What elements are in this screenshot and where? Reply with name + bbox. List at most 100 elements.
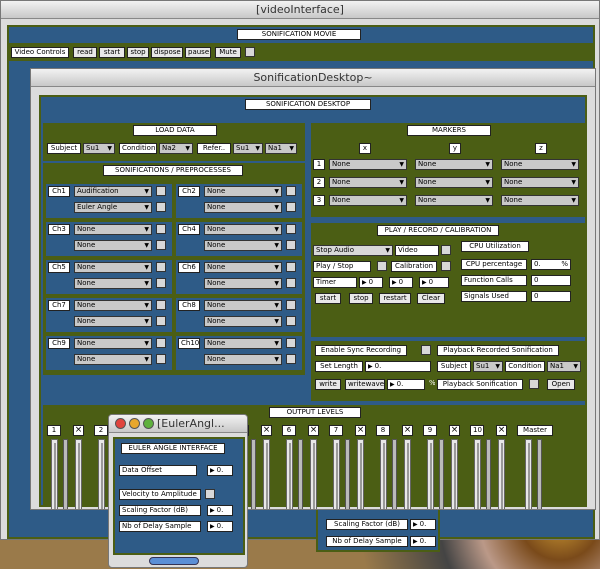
channel-bottom-toggle[interactable] — [156, 354, 166, 364]
back-scaling-value[interactable]: ▶ 0. — [410, 519, 436, 530]
pause-button[interactable]: pause — [185, 47, 211, 58]
scaling-value[interactable]: ▶ 0. — [207, 505, 233, 516]
channel-preprocess-dropdown[interactable]: None — [204, 202, 282, 213]
channel-sonification-dropdown[interactable]: None — [204, 338, 282, 349]
channel-top-toggle[interactable] — [156, 338, 166, 348]
timer-stop-button[interactable]: stop — [349, 293, 373, 304]
output-mute-toggle[interactable]: × — [308, 425, 319, 436]
channel-bottom-toggle[interactable] — [156, 278, 166, 288]
channel-preprocess-dropdown[interactable]: None — [204, 354, 282, 365]
playback-sonification-toggle[interactable] — [529, 379, 539, 389]
channel-preprocess-dropdown[interactable]: None — [74, 278, 152, 289]
minimize-icon[interactable] — [129, 418, 140, 429]
channel-sonification-dropdown[interactable]: None — [204, 224, 282, 235]
channel-top-toggle[interactable] — [156, 186, 166, 196]
marker-dropdown[interactable]: None — [329, 159, 407, 170]
open-button[interactable]: Open — [547, 379, 575, 390]
back-delay-value[interactable]: ▶ 0. — [410, 536, 436, 547]
output-fader-right[interactable] — [404, 439, 411, 509]
marker-dropdown[interactable]: None — [415, 195, 493, 206]
timer-clear-button[interactable]: Clear — [417, 293, 445, 304]
start-button[interactable]: start — [99, 47, 125, 58]
dispose-button[interactable]: dispose — [151, 47, 183, 58]
marker-dropdown[interactable]: None — [501, 195, 579, 206]
channel-sonification-dropdown[interactable]: None — [204, 186, 282, 197]
channel-sonification-dropdown[interactable]: None — [204, 262, 282, 273]
output-mute-toggle[interactable]: × — [402, 425, 413, 436]
channel-sonification-dropdown[interactable]: Audification — [74, 186, 152, 197]
marker-dropdown[interactable]: None — [329, 195, 407, 206]
reference-condition-dropdown[interactable]: Na1 — [265, 143, 297, 154]
output-fader[interactable] — [380, 439, 387, 509]
channel-bottom-toggle[interactable] — [156, 240, 166, 250]
channel-preprocess-dropdown[interactable]: None — [74, 354, 152, 365]
writewave-button[interactable]: writewave — [345, 379, 385, 390]
channel-top-toggle[interactable] — [286, 300, 296, 310]
timer-hours[interactable]: ▶ 0 — [359, 277, 383, 288]
mute-button[interactable]: Mute — [215, 47, 241, 58]
play-stop-toggle[interactable] — [377, 261, 387, 271]
channel-bottom-toggle[interactable] — [286, 240, 296, 250]
timer-start-button[interactable]: start — [315, 293, 341, 304]
output-fader-right[interactable] — [263, 439, 270, 509]
timer-minutes[interactable]: ▶ 0 — [389, 277, 413, 288]
rec-subject-dropdown[interactable]: Su1 — [473, 361, 503, 372]
channel-top-toggle[interactable] — [286, 338, 296, 348]
enable-sync-toggle[interactable] — [421, 345, 431, 355]
zoom-icon[interactable] — [143, 418, 154, 429]
marker-dropdown[interactable]: None — [415, 177, 493, 188]
reference-subject-dropdown[interactable]: Su1 — [233, 143, 263, 154]
timer-seconds[interactable]: ▶ 0 — [419, 277, 449, 288]
close-icon[interactable] — [115, 418, 126, 429]
output-mute-toggle[interactable]: × — [449, 425, 460, 436]
subject-dropdown[interactable]: Su1 — [83, 143, 115, 154]
channel-preprocess-dropdown[interactable]: Euler Angle — [74, 202, 152, 213]
output-fader[interactable] — [333, 439, 340, 509]
write-value[interactable]: ▶ 0. — [387, 379, 425, 390]
master-fader[interactable] — [525, 439, 532, 509]
channel-bottom-toggle[interactable] — [286, 278, 296, 288]
channel-sonification-dropdown[interactable]: None — [74, 262, 152, 273]
timer-restart-button[interactable]: restart — [379, 293, 411, 304]
marker-dropdown[interactable]: None — [501, 177, 579, 188]
delay-value[interactable]: ▶ 0. — [207, 521, 233, 532]
output-mute-toggle[interactable]: × — [261, 425, 272, 436]
mute-toggle[interactable] — [245, 47, 255, 57]
channel-bottom-toggle[interactable] — [286, 316, 296, 326]
output-fader[interactable] — [51, 439, 58, 509]
calibration-toggle[interactable] — [441, 261, 451, 271]
channel-sonification-dropdown[interactable]: None — [74, 338, 152, 349]
output-mute-toggle[interactable]: × — [355, 425, 366, 436]
write-button[interactable]: write — [315, 379, 341, 390]
desktop-window-titlebar[interactable]: SonificationDesktop~ — [31, 69, 595, 87]
channel-sonification-dropdown[interactable]: None — [74, 300, 152, 311]
velocity-toggle[interactable] — [205, 489, 215, 499]
output-fader[interactable] — [427, 439, 434, 509]
channel-bottom-toggle[interactable] — [156, 316, 166, 326]
stop-button[interactable]: stop — [127, 47, 149, 58]
marker-dropdown[interactable]: None — [501, 159, 579, 170]
output-fader-right[interactable] — [75, 439, 82, 509]
audio-dropdown[interactable]: Stop Audio — [313, 245, 393, 256]
channel-bottom-toggle[interactable] — [286, 354, 296, 364]
channel-top-toggle[interactable] — [286, 186, 296, 196]
output-fader-right[interactable] — [357, 439, 364, 509]
video-toggle[interactable] — [441, 245, 451, 255]
output-mute-toggle[interactable]: × — [496, 425, 507, 436]
channel-top-toggle[interactable] — [286, 224, 296, 234]
output-fader[interactable] — [474, 439, 481, 509]
data-offset-value[interactable]: ▶ 0. — [207, 465, 233, 476]
output-fader-right[interactable] — [451, 439, 458, 509]
channel-preprocess-dropdown[interactable]: None — [204, 316, 282, 327]
channel-bottom-toggle[interactable] — [286, 202, 296, 212]
channel-preprocess-dropdown[interactable]: None — [74, 316, 152, 327]
channel-bottom-toggle[interactable] — [156, 202, 166, 212]
output-fader[interactable] — [286, 439, 293, 509]
channel-sonification-dropdown[interactable]: None — [204, 300, 282, 311]
output-fader[interactable] — [98, 439, 105, 509]
horizontal-scrollbar[interactable] — [149, 557, 199, 565]
channel-top-toggle[interactable] — [156, 224, 166, 234]
rec-condition-dropdown[interactable]: Na1 — [547, 361, 581, 372]
condition-dropdown[interactable]: Na2 — [159, 143, 193, 154]
marker-dropdown[interactable]: None — [329, 177, 407, 188]
